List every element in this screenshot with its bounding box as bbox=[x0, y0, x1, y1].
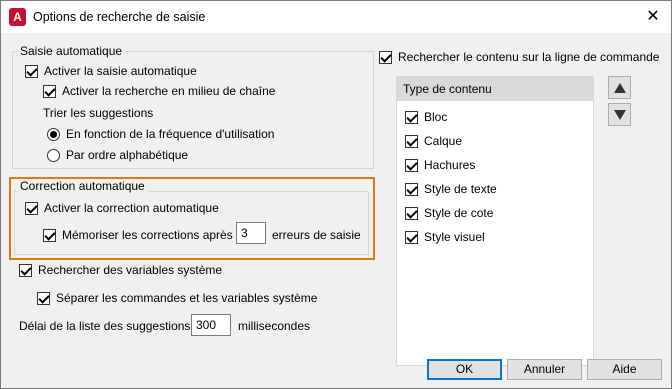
radio-circle[interactable] bbox=[47, 148, 60, 162]
enable-autocorrect-checkbox[interactable]: Activer la correction automatique bbox=[25, 201, 219, 215]
help-button[interactable]: Aide bbox=[587, 359, 662, 380]
title-bar: A Options de recherche de saisie ✕ bbox=[1, 1, 671, 33]
midstring-search-checkbox[interactable]: Activer la recherche en milieu de chaîne bbox=[43, 84, 275, 98]
sort-suggestions-label: Trier les suggestions bbox=[43, 106, 154, 120]
separate-commands-label: Séparer les commandes et les variables s… bbox=[56, 291, 318, 305]
list-item-label: Style de texte bbox=[424, 182, 497, 196]
checkbox-box[interactable] bbox=[37, 291, 50, 305]
list-item-label: Hachures bbox=[424, 158, 476, 172]
arrow-up-icon bbox=[613, 82, 626, 93]
checkbox-box[interactable] bbox=[405, 158, 418, 172]
list-item-label: Calque bbox=[424, 134, 463, 148]
checkbox-box[interactable] bbox=[405, 230, 418, 244]
close-button[interactable]: ✕ bbox=[641, 5, 665, 29]
dialog-title: Options de recherche de saisie bbox=[33, 10, 206, 24]
midstring-search-label: Activer la recherche en milieu de chaîne bbox=[62, 84, 276, 98]
remember-count-input[interactable]: 3 bbox=[236, 222, 266, 244]
cancel-button[interactable]: Annuler bbox=[507, 359, 582, 380]
sort-by-frequency-radio[interactable]: En fonction de la fréquence d'utilisatio… bbox=[47, 127, 274, 141]
search-sysvars-checkbox[interactable]: Rechercher des variables système bbox=[19, 263, 222, 277]
move-down-button[interactable] bbox=[608, 103, 631, 126]
list-item-label: Bloc bbox=[424, 110, 448, 124]
list-item-label: Style de cote bbox=[424, 206, 494, 220]
checkbox-box[interactable] bbox=[405, 182, 418, 196]
separate-commands-checkbox[interactable]: Séparer les commandes et les variables s… bbox=[37, 291, 317, 305]
options-dialog: A Options de recherche de saisie ✕ Saisi… bbox=[0, 0, 672, 389]
arrow-down-icon bbox=[613, 109, 626, 120]
remember-suffix-label: erreurs de saisie bbox=[272, 228, 361, 242]
delay-suffix-label: millisecondes bbox=[238, 319, 311, 333]
checkbox-box[interactable] bbox=[405, 134, 418, 148]
content-type-list[interactable]: Type de contenu Bloc Calque Hachures Sty… bbox=[396, 76, 594, 366]
checkbox-box[interactable] bbox=[25, 64, 38, 78]
checkbox-box[interactable] bbox=[25, 201, 38, 215]
list-item-bloc[interactable]: Bloc bbox=[405, 110, 447, 124]
list-item-style-visuel[interactable]: Style visuel bbox=[405, 230, 485, 244]
list-item-calque[interactable]: Calque bbox=[405, 134, 462, 148]
content-type-header: Type de contenu bbox=[397, 77, 593, 101]
list-item-label: Style visuel bbox=[424, 230, 485, 244]
radio-circle[interactable] bbox=[47, 127, 60, 141]
list-item-style-texte[interactable]: Style de texte bbox=[405, 182, 497, 196]
enable-autocorrect-label: Activer la correction automatique bbox=[44, 201, 219, 215]
autocorrect-group-title: Correction automatique bbox=[17, 179, 148, 193]
sort-alphabetical-radio[interactable]: Par ordre alphabétique bbox=[47, 148, 188, 162]
search-sysvars-label: Rechercher des variables système bbox=[38, 263, 223, 277]
checkbox-box[interactable] bbox=[43, 84, 56, 98]
search-content-label: Rechercher le contenu sur la ligne de co… bbox=[398, 50, 660, 64]
checkbox-box[interactable] bbox=[405, 206, 418, 220]
checkbox-box[interactable] bbox=[19, 263, 32, 277]
enable-autocomplete-checkbox[interactable]: Activer la saisie automatique bbox=[25, 64, 197, 78]
autocad-logo-icon: A bbox=[9, 8, 26, 26]
delay-input[interactable]: 300 bbox=[191, 314, 231, 336]
checkbox-box[interactable] bbox=[379, 50, 392, 64]
sort-alphabetical-label: Par ordre alphabétique bbox=[66, 148, 189, 162]
delay-label: Délai de la liste des suggestions bbox=[19, 319, 191, 333]
move-up-button[interactable] bbox=[608, 76, 631, 99]
checkbox-box[interactable] bbox=[405, 110, 418, 124]
list-item-style-cote[interactable]: Style de cote bbox=[405, 206, 493, 220]
ok-button[interactable]: OK bbox=[427, 359, 502, 380]
sort-by-frequency-label: En fonction de la fréquence d'utilisatio… bbox=[66, 127, 275, 141]
remember-corrections-label: Mémoriser les corrections après bbox=[62, 228, 233, 242]
remember-corrections-checkbox[interactable]: Mémoriser les corrections après bbox=[43, 228, 233, 242]
search-content-checkbox[interactable]: Rechercher le contenu sur la ligne de co… bbox=[379, 50, 659, 64]
enable-autocomplete-label: Activer la saisie automatique bbox=[44, 64, 197, 78]
autocomplete-group-title: Saisie automatique bbox=[17, 44, 126, 58]
checkbox-box[interactable] bbox=[43, 228, 56, 242]
list-item-hachures[interactable]: Hachures bbox=[405, 158, 475, 172]
